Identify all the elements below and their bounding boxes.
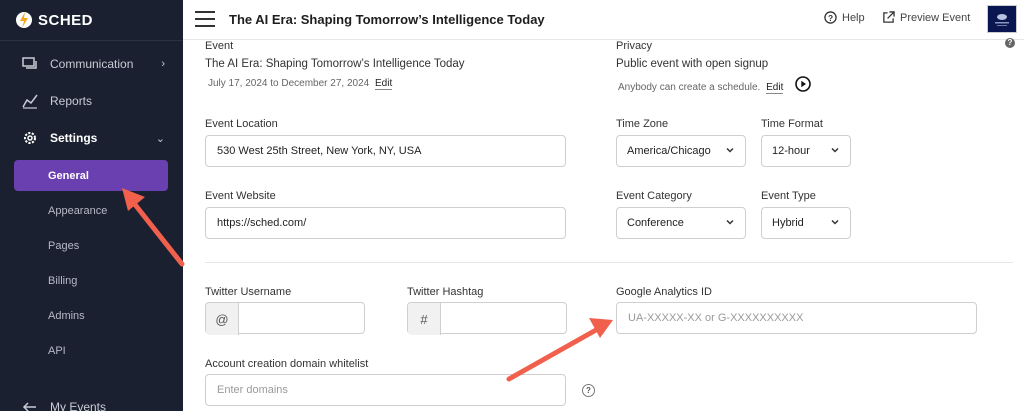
brand-name: SCHED [38, 11, 94, 29]
gear-icon [24, 132, 36, 144]
external-link-icon [883, 11, 895, 23]
svg-text:?: ? [828, 13, 833, 23]
sidebar-subitem-pages[interactable]: Pages [14, 230, 168, 261]
domain-whitelist-label: Account creation domain whitelist [205, 358, 369, 370]
time-zone-label: Time Zone [616, 118, 669, 130]
sched-logo[interactable]: SCHED [16, 9, 93, 31]
sidebar-item-communication[interactable]: Communication › [0, 49, 183, 79]
at-prefix: @ [206, 303, 239, 335]
chart-icon [22, 94, 38, 109]
event-logo-icon [995, 14, 1009, 26]
sidebar-item-my-events[interactable]: My Events [0, 392, 183, 411]
google-analytics-label: Google Analytics ID [616, 286, 712, 298]
time-format-value: 12-hour [772, 145, 810, 157]
chevron-down-icon [726, 147, 734, 153]
avatar[interactable] [987, 5, 1017, 33]
chevron-down-icon [726, 219, 734, 225]
section-divider [205, 262, 1013, 263]
event-category-label: Event Category [616, 190, 692, 202]
privacy-mode: Public event with open signup [616, 58, 769, 70]
event-category-value: Conference [627, 217, 684, 229]
sidebar-divider [0, 40, 183, 41]
help-label: Help [842, 11, 865, 24]
page-help-icon[interactable]: ? [1005, 38, 1015, 48]
event-section-label: Event [205, 40, 234, 52]
chat-icon [22, 57, 37, 69]
sidebar-subitem-admins[interactable]: Admins [14, 300, 168, 331]
time-format-label: Time Format [761, 118, 823, 130]
sidebar-subitem-billing[interactable]: Billing [14, 265, 168, 296]
twitter-hashtag-input[interactable]: # [407, 302, 567, 335]
event-dates: July 17, 2024 to December 27, 2024 Edit [208, 78, 393, 90]
sidebar: SCHED Communication › Reports Settings ⌄… [0, 0, 183, 411]
privacy-note: Anybody can create a schedule. Edit [618, 82, 784, 94]
help-button[interactable]: ? Help [824, 11, 865, 24]
sidebar-item-label: Communication [50, 57, 134, 71]
sidebar-item-label: My Events [50, 400, 107, 411]
twitter-username-label: Twitter Username [205, 286, 292, 298]
chevron-right-icon: › [161, 58, 165, 70]
back-arrow-icon [22, 402, 36, 411]
menu-icon[interactable] [195, 11, 215, 27]
privacy-note-text: Anybody can create a schedule. [618, 82, 761, 93]
event-type-value: Hybrid [772, 217, 804, 229]
question-circle-icon[interactable]: ? [582, 384, 595, 397]
time-zone-value: America/Chicago [627, 145, 711, 157]
event-type-label: Event Type [761, 190, 816, 202]
hash-prefix: # [408, 303, 441, 335]
play-icon[interactable] [795, 76, 811, 92]
sidebar-item-label: Reports [50, 94, 93, 108]
sidebar-subitem-appearance[interactable]: Appearance [14, 195, 168, 226]
sidebar-item-reports[interactable]: Reports [0, 86, 183, 116]
privacy-section-label: Privacy [616, 40, 653, 52]
preview-label: Preview Event [900, 11, 971, 24]
sidebar-subitem-api[interactable]: API [14, 335, 168, 366]
chevron-down-icon: ⌄ [155, 132, 165, 145]
top-bar: The AI Era: Shaping Tomorrow’s Intellige… [183, 0, 1024, 40]
preview-event-button[interactable]: Preview Event [882, 11, 970, 24]
event-name: The AI Era: Shaping Tomorrow’s Intellige… [205, 58, 465, 70]
time-zone-select[interactable]: America/Chicago [616, 135, 746, 167]
page-title: The AI Era: Shaping Tomorrow’s Intellige… [229, 12, 545, 27]
sidebar-subitem-general[interactable]: General [14, 160, 168, 191]
event-website-input[interactable]: https://sched.com/ [205, 207, 566, 239]
twitter-username-input[interactable]: @ [205, 302, 365, 335]
event-location-label: Event Location [205, 118, 278, 130]
event-type-select[interactable]: Hybrid [761, 207, 851, 239]
edit-dates-link[interactable]: Edit [375, 78, 393, 90]
sidebar-item-settings[interactable]: Settings ⌄ [0, 123, 183, 153]
edit-privacy-link[interactable]: Edit [766, 82, 784, 94]
event-dates-text: July 17, 2024 to December 27, 2024 [208, 78, 370, 89]
sidebar-item-label: Settings [50, 131, 98, 145]
question-circle-icon: ? [824, 11, 837, 24]
sched-bolt-icon [16, 12, 32, 28]
event-website-label: Event Website [205, 190, 276, 202]
domain-whitelist-input[interactable]: Enter domains [205, 374, 566, 406]
event-location-input[interactable]: 530 West 25th Street, New York, NY, USA [205, 135, 566, 167]
event-category-select[interactable]: Conference [616, 207, 746, 239]
twitter-hashtag-label: Twitter Hashtag [407, 286, 484, 298]
google-analytics-input[interactable]: UA-XXXXX-XX or G-XXXXXXXXXX [616, 302, 977, 334]
chevron-down-icon [831, 219, 839, 225]
time-format-select[interactable]: 12-hour [761, 135, 851, 167]
chevron-down-icon [831, 147, 839, 153]
